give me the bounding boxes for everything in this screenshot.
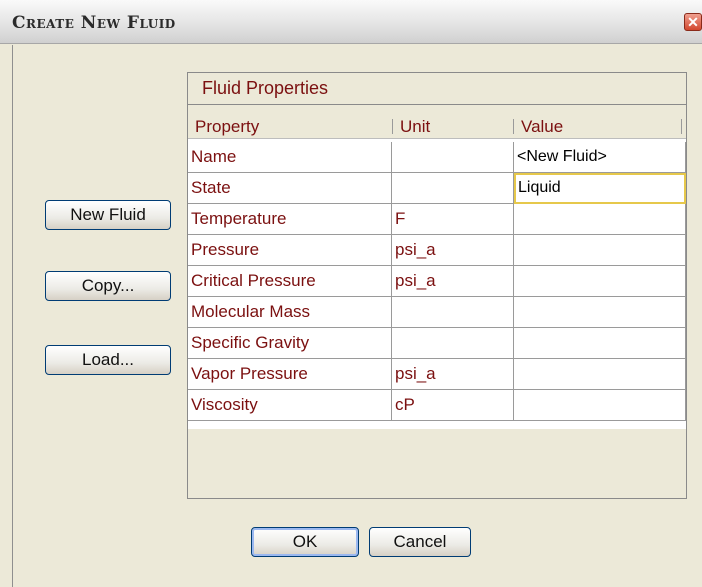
load-button[interactable]: Load... [45, 345, 171, 375]
table-row-specific-gravity-unit [392, 328, 514, 359]
table-row-specific-gravity-property: Specific Gravity [188, 328, 392, 359]
table-row-specific-gravity-value[interactable] [514, 328, 686, 359]
table-row-name-value[interactable]: <New Fluid> [514, 142, 686, 173]
cancel-button[interactable]: Cancel [369, 527, 471, 557]
column-header-unit[interactable]: Unit [393, 115, 514, 139]
table-row-critical-pressure-value[interactable] [514, 266, 686, 297]
close-icon: ✕ [687, 14, 699, 30]
table-row-pressure-property: Pressure [188, 235, 392, 266]
table-row-viscosity-value[interactable] [514, 390, 686, 421]
table-row-vapor-pressure-value[interactable] [514, 359, 686, 390]
table-row-critical-pressure-unit: psi_a [392, 266, 514, 297]
close-button[interactable]: ✕ [684, 13, 702, 31]
panel-header: Fluid Properties [188, 73, 686, 105]
table-row-temperature-unit: F [392, 204, 514, 235]
table-row-pressure-unit: psi_a [392, 235, 514, 266]
window-title: Create New Fluid [12, 13, 176, 33]
table-row-vapor-pressure-unit: psi_a [392, 359, 514, 390]
new-fluid-button[interactable]: New Fluid [45, 200, 171, 230]
table-row-viscosity-property: Viscosity [188, 390, 392, 421]
table-row-state-property: State [188, 173, 392, 204]
table-row-state-value[interactable]: Liquid [514, 173, 686, 204]
table-row-state-unit [392, 173, 514, 204]
table-row-temperature-property: Temperature [188, 204, 392, 235]
table-row-molecular-mass-unit [392, 297, 514, 328]
table-row-critical-pressure-property: Critical Pressure [188, 266, 392, 297]
table-row-molecular-mass-property: Molecular Mass [188, 297, 392, 328]
table-row-vapor-pressure-property: Vapor Pressure [188, 359, 392, 390]
column-separator [681, 119, 682, 134]
column-header-value[interactable]: Value [514, 115, 686, 139]
column-header-value-label: Value [521, 117, 564, 136]
table-row-viscosity-unit: cP [392, 390, 514, 421]
table-row-name-property: Name [188, 142, 392, 173]
title-bar: Create New Fluid ✕ [0, 0, 702, 44]
column-header-property-label: Property [195, 117, 260, 136]
panel-title: Fluid Properties [202, 78, 329, 98]
table-body: Property Unit Value Name <New Fluid> Sta… [188, 115, 686, 429]
column-header-property[interactable]: Property [188, 115, 393, 139]
properties-table: Property Unit Value Name <New Fluid> Sta… [188, 115, 686, 498]
table-row-molecular-mass-value[interactable] [514, 297, 686, 328]
table-row-pressure-value[interactable] [514, 235, 686, 266]
column-header-unit-label: Unit [400, 117, 431, 136]
table-row-name-unit [392, 142, 514, 173]
ok-button[interactable]: OK [251, 527, 359, 557]
copy-button[interactable]: Copy... [45, 271, 171, 301]
table-row-temperature-value[interactable] [514, 204, 686, 235]
